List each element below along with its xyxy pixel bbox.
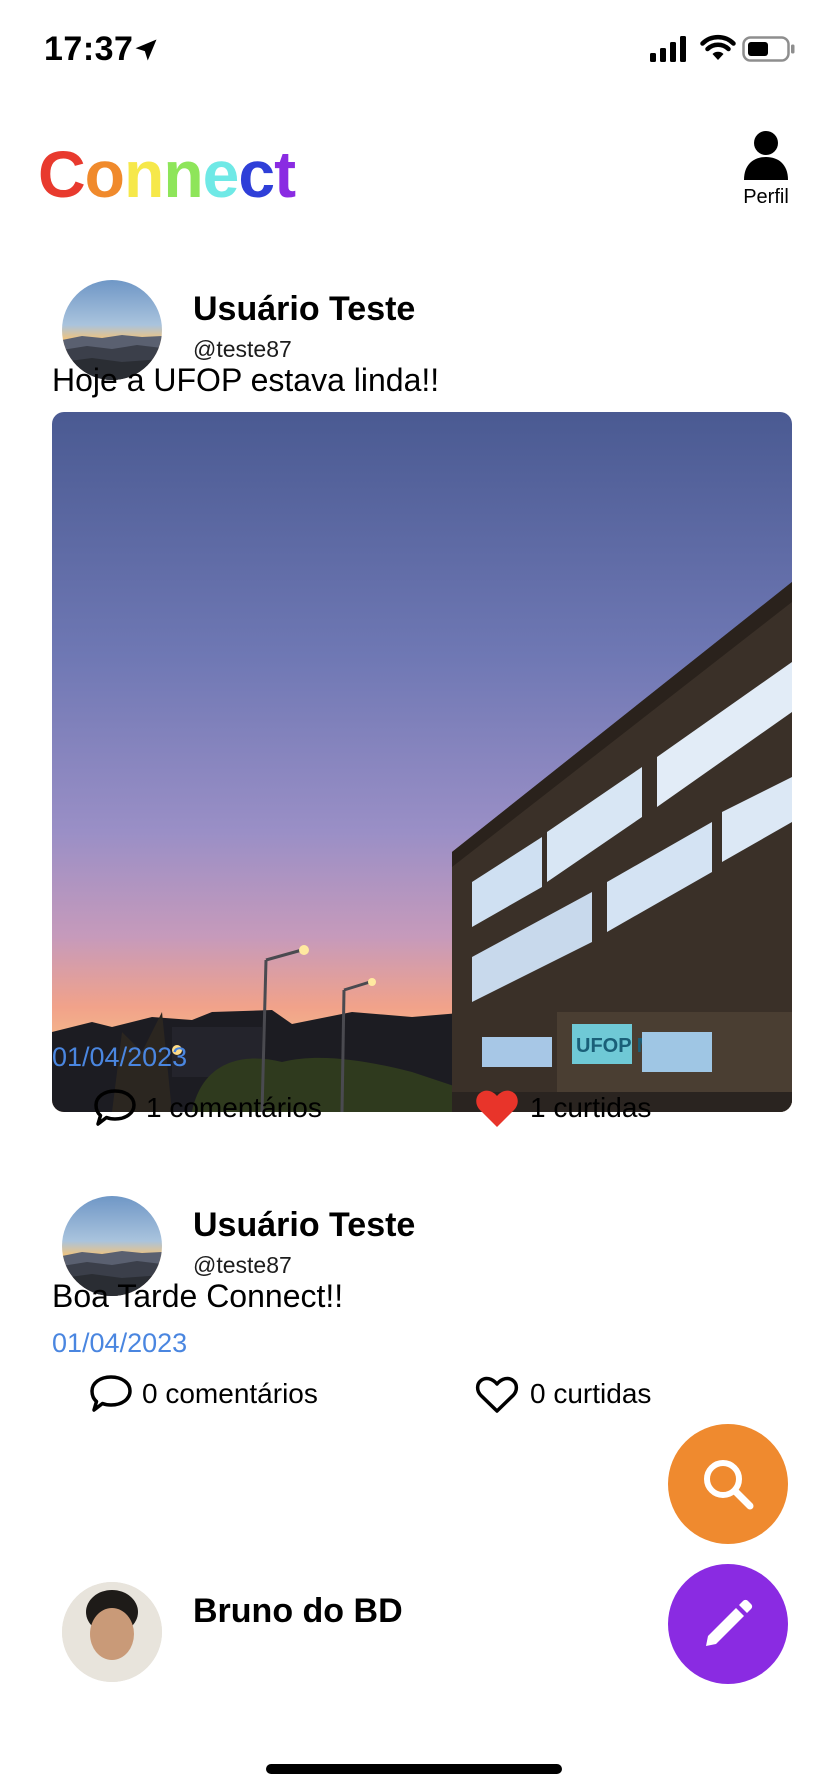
new-post-fab-button[interactable] (668, 1564, 788, 1684)
app-logo: Connect (38, 136, 296, 212)
post-author-name[interactable]: Usuário Teste (193, 1206, 415, 1245)
pencil-icon (706, 1599, 753, 1646)
logo-letter: t (274, 137, 296, 211)
person-icon (744, 131, 788, 180)
building-sign-text: UFOP M (576, 1035, 653, 1057)
logo-letter: e (202, 137, 240, 211)
logo-letter: C (38, 137, 86, 211)
like-button[interactable]: 0 curtidas (474, 1372, 651, 1416)
post-date: 01/04/2023 (52, 1042, 188, 1072)
comments-count: 1 comentários (146, 1092, 322, 1123)
post-author-handle: @teste87 (193, 336, 292, 362)
comments-count: 0 comentários (142, 1378, 318, 1409)
location-arrow-icon (135, 39, 157, 61)
logo-letter: n (163, 137, 203, 211)
search-fab-button[interactable] (668, 1424, 788, 1544)
home-indicator[interactable] (266, 1764, 562, 1774)
post-text: Boa Tarde Connect!! (52, 1278, 344, 1314)
profile-button[interactable]: Perfil (734, 130, 798, 210)
user-avatar[interactable] (62, 1582, 162, 1682)
wifi-icon (700, 34, 736, 60)
likes-count: 1 curtidas (530, 1092, 652, 1123)
comments-button[interactable]: 1 comentários (92, 1086, 322, 1130)
post-author-name[interactable]: Bruno do BD (193, 1592, 403, 1631)
like-button[interactable]: 1 curtidas (474, 1086, 651, 1130)
status-bar: 17:37 (0, 0, 828, 100)
post-author-name[interactable]: Usuário Teste (193, 290, 415, 329)
heart-outline-icon (475, 1376, 519, 1413)
post-date: 01/04/2023 (52, 1328, 188, 1358)
speech-bubble-icon (90, 1375, 132, 1412)
logo-letter: n (124, 137, 164, 211)
battery-icon (742, 36, 795, 62)
likes-count: 0 curtidas (530, 1378, 652, 1409)
post-text: Hoje a UFOP estava linda!! (52, 362, 440, 398)
logo-letter: c (238, 137, 275, 211)
profile-label: Perfil (743, 186, 789, 208)
speech-bubble-icon (94, 1089, 136, 1126)
post-author-handle: @teste87 (193, 1252, 292, 1278)
comments-button[interactable]: 0 comentários (88, 1372, 318, 1416)
status-time: 17:37 (44, 30, 134, 68)
search-icon (704, 1460, 754, 1510)
post-image[interactable]: UFOP M (52, 412, 792, 1112)
heart-filled-icon (476, 1090, 518, 1127)
cellular-signal-icon (650, 36, 686, 62)
logo-letter: o (84, 137, 125, 211)
